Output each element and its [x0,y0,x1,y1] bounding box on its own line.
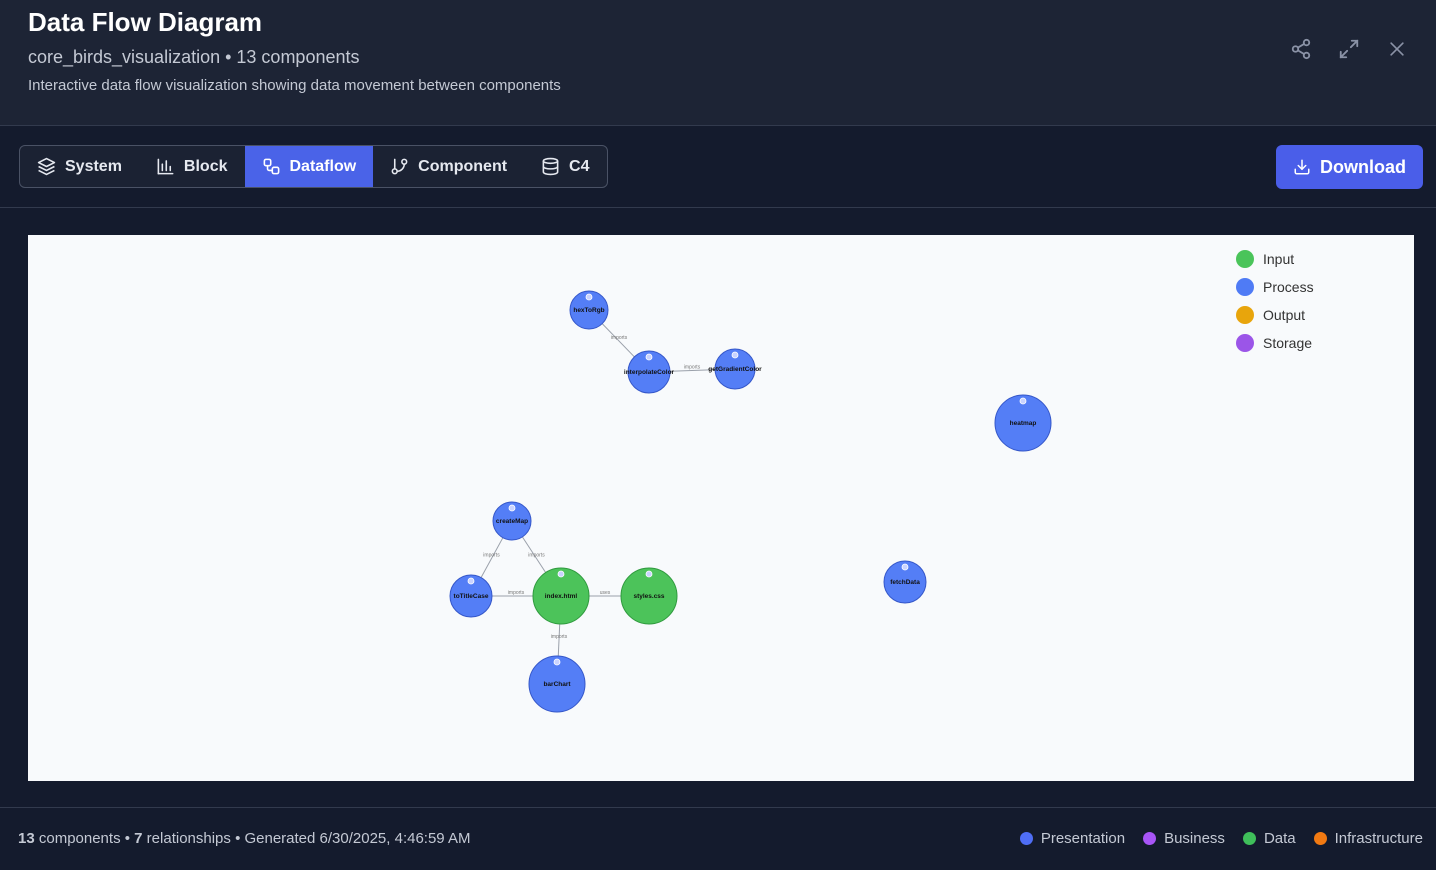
tab-c4-label: C4 [569,157,590,175]
layer-dot-presentation [1019,832,1033,845]
node-type-icon [553,658,561,666]
tab-component[interactable]: Component [373,146,524,187]
relationships-count: 7 [134,830,143,847]
node-styles-css[interactable]: styles.css [620,567,678,625]
edge-label: imports [551,634,568,640]
tab-dataflow-label: Dataflow [289,157,357,175]
diagram-legend: Input Process Output Storage [1236,245,1314,357]
header-actions [1288,36,1410,62]
status-footer: 13 components • 7 relationships • Genera… [0,807,1436,870]
diagram-header: Data Flow Diagram core_birds_visualizati… [0,0,1436,126]
expand-icon[interactable] [1336,36,1362,62]
node-type-icon [645,570,653,578]
git-branch-icon [391,158,408,175]
workflow-icon [263,158,279,175]
project-subtitle: core_birds_visualization • 13 components [28,47,360,67]
legend-dot-storage [1236,334,1254,352]
node-type-icon [557,570,565,578]
node-interpolateColor[interactable]: interpolateColor [624,350,675,394]
diagram-canvas[interactable]: imports imports imports imports imports uses i… [28,235,1414,781]
node-barChart[interactable]: barChart [528,655,586,713]
layer-data: Data [1242,830,1296,847]
share-icon[interactable] [1288,36,1314,62]
layer-dot-business [1143,832,1157,845]
edge-label: imports [508,590,525,596]
node-hexToRgb[interactable]: hexToRgb [569,290,609,330]
components-label: components • [34,830,135,847]
node-fetchData[interactable]: fetchData [883,560,927,604]
node-label: getGradientColor [708,366,762,373]
legend-dot-input [1236,250,1254,268]
diagram-description: Interactive data flow visualization show… [28,77,561,94]
node-getGradientColor[interactable]: getGradientColor [708,348,762,390]
layer-dot-data [1242,832,1256,845]
layer-label-business: Business [1164,830,1225,847]
node-createMap[interactable]: createMap [492,501,532,541]
node-label: hexToRgb [573,307,604,314]
node-label: toTitleCase [454,593,489,600]
node-index-html[interactable]: index.html [532,567,590,625]
components-count: 13 [18,830,35,847]
tab-dataflow[interactable]: Dataflow [244,146,374,187]
layers-icon [37,157,56,176]
node-type-icon [585,293,593,301]
node-type-icon [645,353,653,361]
layer-dot-infrastructure [1313,832,1327,845]
node-label: fetchData [890,579,920,586]
tab-system[interactable]: System [20,146,139,187]
node-type-icon [731,351,739,359]
layer-label-infrastructure: Infrastructure [1334,830,1423,847]
node-label: createMap [496,518,528,525]
legend-dot-output [1236,306,1254,324]
tab-component-label: Component [418,157,508,175]
tab-system-label: System [65,157,122,175]
edge-label: imports [611,335,628,341]
layer-legend: Presentation Business Data Infrastructur… [1019,830,1423,847]
legend-label-output: Output [1263,307,1306,323]
tab-c4[interactable]: C4 [524,146,606,187]
node-label: interpolateColor [624,369,675,376]
node-label: barChart [543,681,571,688]
download-icon [1294,159,1310,175]
node-label: styles.css [633,593,664,600]
view-tabs: System Block Dataflow Component C4 [19,145,608,188]
layer-business: Business [1143,830,1225,847]
edge-label: imports [483,553,500,559]
legend-label-process: Process [1263,279,1314,295]
relationships-label: relationships • Generated 6/30/2025, 4:4… [142,830,471,847]
node-label: index.html [545,593,578,600]
node-label: heatmap [1010,420,1037,427]
edge-label: imports [528,553,545,559]
legend-dot-process [1236,278,1254,296]
legend-item-input: Input [1236,245,1314,273]
legend-item-process: Process [1236,273,1314,301]
edge-label: uses [600,590,611,596]
layer-infrastructure: Infrastructure [1313,830,1423,847]
node-type-icon [508,504,516,512]
dataflow-graph[interactable]: imports imports imports imports imports uses i… [28,235,1414,781]
node-type-icon [1019,397,1027,405]
node-type-icon [467,577,475,585]
layer-label-data: Data [1263,830,1296,847]
edge-label: imports [684,365,701,371]
legend-label-storage: Storage [1263,335,1313,351]
legend-item-output: Output [1236,301,1314,329]
footer-summary: 13 components • 7 relationships • Genera… [18,830,471,847]
layer-presentation: Presentation [1019,830,1126,847]
node-type-icon [901,563,909,571]
view-toolbar: System Block Dataflow Component C4 Downl… [0,126,1436,208]
node-toTitleCase[interactable]: toTitleCase [449,574,493,618]
download-label: Download [1320,156,1406,177]
node-heatmap[interactable]: heatmap [994,394,1052,452]
tab-block-label: Block [183,157,228,175]
close-icon[interactable] [1384,36,1410,62]
legend-label-input: Input [1263,251,1295,267]
download-button[interactable]: Download [1276,145,1423,189]
database-icon [542,157,559,176]
page-title: Data Flow Diagram [28,7,263,37]
tab-block[interactable]: Block [139,146,245,187]
bar-chart-icon [157,158,174,175]
layer-label-presentation: Presentation [1040,830,1126,847]
legend-item-storage: Storage [1236,329,1314,357]
